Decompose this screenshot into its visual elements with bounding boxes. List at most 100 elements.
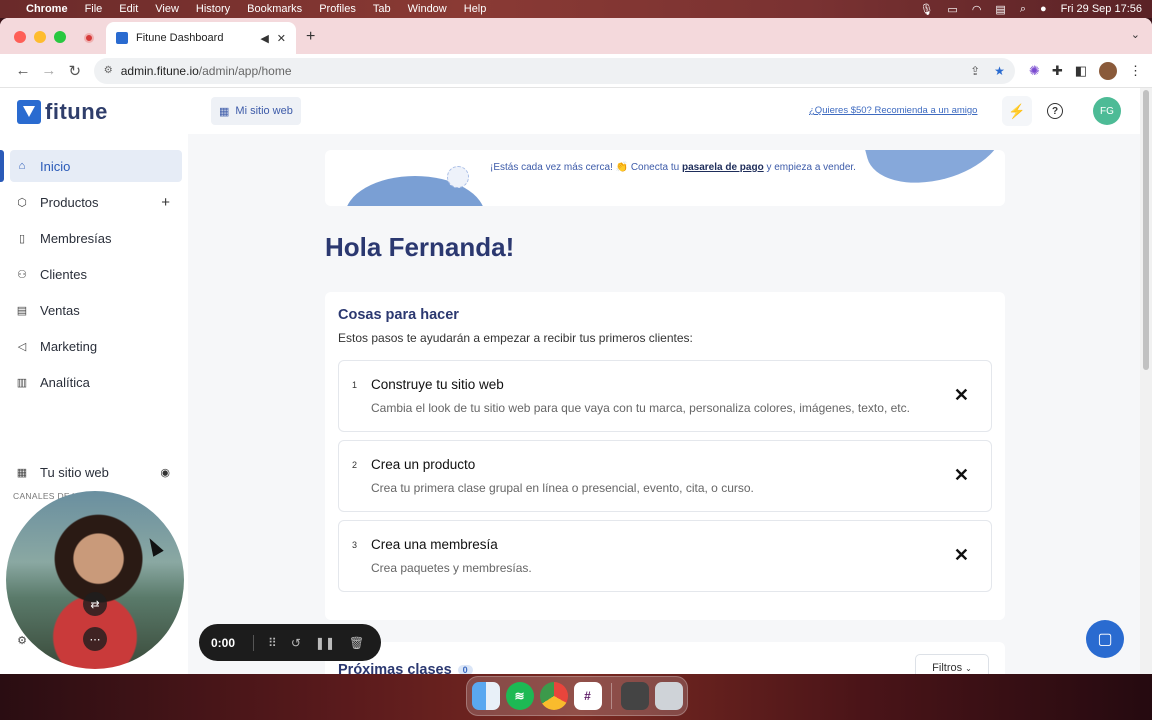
bookmark-star-icon[interactable]: ★ <box>994 64 1005 78</box>
page-scrollbar[interactable] <box>1140 88 1152 674</box>
share-icon[interactable]: ⇪ <box>970 64 980 78</box>
menu-view[interactable]: View <box>155 3 179 15</box>
menu-app-name[interactable]: Chrome <box>26 3 68 15</box>
menubar-datetime[interactable]: Fri 29 Sep 17:56 <box>1061 3 1142 15</box>
menu-file[interactable]: File <box>85 3 103 15</box>
menu-profiles[interactable]: Profiles <box>319 3 356 15</box>
more-options-icon[interactable]: ⋯ <box>83 627 107 651</box>
chart-icon: ▥ <box>16 376 28 389</box>
sidebar-item-label: Membresías <box>40 230 112 246</box>
eye-icon[interactable]: ◉ <box>160 466 170 479</box>
count-badge: 0 <box>457 665 473 674</box>
chrome-menu-icon[interactable]: ⋮ <box>1129 63 1142 79</box>
side-panel-icon[interactable]: ◧ <box>1075 63 1087 79</box>
dismiss-step-close-icon[interactable]: ✕ <box>954 545 969 566</box>
help-icon[interactable]: ? <box>1047 103 1063 119</box>
recording-toolbar: 0:00 ⠿ ↺ ❚❚ 🗑 <box>199 624 381 661</box>
fitune-logo-icon <box>17 100 41 124</box>
tab-fitune-dashboard[interactable]: Fitune Dashboard ◀ ✕ <box>106 22 296 54</box>
todo-step[interactable]: 3 Crea una membresía Crea paquetes y mem… <box>338 520 992 592</box>
recent-app-icon[interactable] <box>620 682 649 710</box>
tab-audio-icon[interactable]: ◀ <box>260 32 268 45</box>
sidebar-item-label: Ventas <box>40 302 80 318</box>
sidebar-item-clientes[interactable]: ⚇ Clientes <box>10 258 182 290</box>
profile-avatar[interactable] <box>1099 61 1118 80</box>
menu-tab[interactable]: Tab <box>373 3 391 15</box>
scrollbar-thumb[interactable] <box>1143 90 1149 370</box>
back-arrow-icon[interactable]: ← <box>10 62 36 79</box>
menu-bookmarks[interactable]: Bookmarks <box>247 3 302 15</box>
tab-search-chevron-icon[interactable]: ⌄ <box>1131 28 1140 41</box>
restart-icon[interactable]: ↺ <box>291 636 301 650</box>
bolt-icon[interactable]: ⚡ <box>1002 96 1032 126</box>
chat-support-icon[interactable]: ▢ <box>1086 620 1124 658</box>
todo-step[interactable]: 2 Crea un producto Crea tu primera clase… <box>338 440 992 512</box>
box-icon: ⬡ <box>17 196 27 209</box>
minimize-window-button[interactable] <box>34 31 46 43</box>
forward-arrow-icon[interactable]: → <box>36 62 62 79</box>
pause-icon[interactable]: ❚❚ <box>315 636 335 650</box>
decorative-blob <box>857 150 1005 197</box>
finder-icon[interactable] <box>471 682 500 710</box>
webcam-bubble[interactable]: ⇄ ⋯ <box>6 491 184 669</box>
filters-button[interactable]: Filtros ⌄ <box>915 654 989 674</box>
fitune-logo[interactable]: fitune <box>17 99 108 125</box>
todo-step[interactable]: 1 Construye tu sitio web Cambia el look … <box>338 360 992 432</box>
url-path: /admin/app/home <box>198 63 292 78</box>
chrome-icon[interactable] <box>539 682 568 710</box>
control-center-icon[interactable]: ▤ <box>995 3 1005 16</box>
active-indicator <box>0 150 4 182</box>
trash-bin-icon[interactable] <box>654 682 683 710</box>
spotify-icon[interactable]: ≋ <box>505 682 534 710</box>
card-icon: ▯ <box>18 232 26 245</box>
menu-edit[interactable]: Edit <box>119 3 138 15</box>
trash-icon[interactable]: 🗑 <box>349 636 364 650</box>
referral-link[interactable]: ¿Quieres $50? Recomienda a un amigo <box>809 105 977 116</box>
menu-history[interactable]: History <box>196 3 230 15</box>
users-icon: ⚇ <box>17 268 27 281</box>
sidebar-item-inicio[interactable]: ⌂ Inicio <box>10 150 182 182</box>
new-tab-button[interactable]: + <box>306 28 315 46</box>
maximize-window-button[interactable] <box>54 31 66 43</box>
close-window-button[interactable] <box>14 31 26 43</box>
slack-icon[interactable]: # <box>573 682 602 710</box>
my-website-label: Mi sitio web <box>235 105 293 117</box>
battery-icon[interactable]: ▭ <box>947 3 957 16</box>
main-content: ¡Estás cada vez más cerca! 👏 Conecta tu … <box>188 134 1140 674</box>
extension-icon[interactable]: ✺ <box>1029 63 1040 79</box>
site-info-icon[interactable]: ⚙ <box>104 65 113 76</box>
url-host: admin.fitune.io <box>120 63 199 78</box>
add-product-plus-icon[interactable]: + <box>161 194 170 211</box>
url-input[interactable]: ⚙ admin.fitune.io/admin/app/home ⇪ ★ <box>93 57 1015 84</box>
siri-icon[interactable]: ● <box>1040 3 1047 15</box>
wifi-icon[interactable]: ◠ <box>972 3 982 16</box>
menu-help[interactable]: Help <box>464 3 487 15</box>
banner-text-after: y empieza a vender. <box>763 162 856 173</box>
filters-label: Filtros <box>932 662 963 674</box>
swap-camera-icon[interactable]: ⇄ <box>83 592 107 616</box>
dismiss-step-close-icon[interactable]: ✕ <box>954 465 969 486</box>
sidebar-item-membresias[interactable]: ▯ Membresías <box>10 222 182 254</box>
reload-icon[interactable]: ↻ <box>62 62 88 80</box>
todo-card: Cosas para hacer Estos pasos te ayudarán… <box>325 292 1005 620</box>
microphone-icon[interactable]: 🎙 <box>919 3 933 16</box>
payment-banner: ¡Estás cada vez más cerca! 👏 Conecta tu … <box>325 150 1005 206</box>
drag-handle-icon[interactable]: ⠿ <box>268 636 277 650</box>
menu-window[interactable]: Window <box>408 3 447 15</box>
window-controls <box>14 31 66 43</box>
step-title: Construye tu sitio web <box>371 377 504 392</box>
my-website-button[interactable]: ▦ Mi sitio web <box>211 97 301 125</box>
sidebar-item-analitica[interactable]: ▥ Analítica <box>10 366 182 398</box>
sidebar-item-productos[interactable]: ⬡ Productos + <box>10 186 182 218</box>
payment-gateway-link[interactable]: pasarela de pago <box>682 162 764 173</box>
sidebar-item-marketing[interactable]: ◁ Marketing <box>10 330 182 362</box>
dismiss-step-close-icon[interactable]: ✕ <box>954 385 969 406</box>
sidebar-item-label: Clientes <box>40 266 87 282</box>
spotlight-search-icon[interactable]: ⌕ <box>1020 3 1026 16</box>
extensions-puzzle-icon[interactable]: ✚ <box>1052 63 1063 79</box>
sidebar-item-ventas[interactable]: ▤ Ventas <box>10 294 182 326</box>
storefront-icon: ▦ <box>16 466 28 479</box>
user-avatar[interactable]: FG <box>1093 97 1121 125</box>
tab-close-icon[interactable]: ✕ <box>277 32 286 45</box>
sidebar-item-tu-sitio-web[interactable]: ▦ Tu sitio web ◉ <box>10 456 182 488</box>
